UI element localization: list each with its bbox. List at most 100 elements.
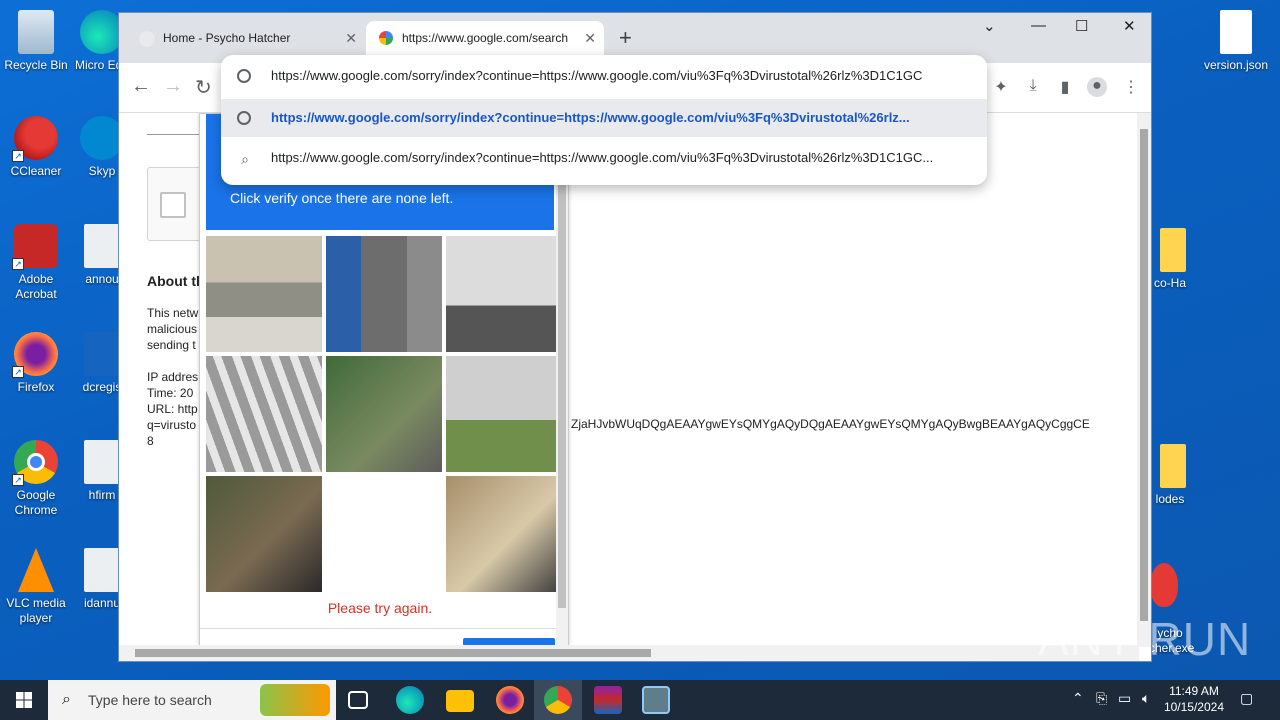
tab-close-icon[interactable]: ✕ [345,21,357,55]
desktop-icon-ccleaner[interactable]: ↗ CCleaner [0,116,72,179]
maximize-icon[interactable]: ☐ [1075,17,1088,35]
captcha-tile[interactable] [326,356,442,472]
captcha-tile[interactable] [446,476,562,592]
windows-icon [16,692,32,708]
word-icon [84,332,120,376]
winrar-icon[interactable] [594,686,622,714]
page-content: About th This netw malicious sending t I… [119,113,1139,647]
folder-icon [1160,444,1186,488]
scroll-thumb[interactable] [558,118,566,608]
start-button[interactable] [0,680,48,720]
continue-token-text: ZjaHJvbWUqDQgAEAAYgwEYsQMYgAQyDQgAEAAYgw… [571,417,1090,431]
chevron-up-icon[interactable]: ⌃ [1072,690,1084,707]
captcha-tile[interactable] [206,356,322,472]
address-bar[interactable]: https://www.google.com/sorry/index?conti… [221,55,987,97]
recaptcha-checkbox-widget [147,167,207,241]
vlc-icon [18,548,54,592]
about-paragraph: This netw malicious sending t [147,306,199,352]
chrome-icon [544,686,572,714]
squirrel-illustration-icon [260,684,330,716]
acrobat-icon: ↗ [12,224,58,270]
desktop-icon-chrome[interactable]: ↗ Google Chrome [0,440,72,518]
captcha-tile[interactable] [206,476,322,592]
request-details: IP addres Time: 20 URL: http q=virusto 8 [147,370,199,448]
tab-search-icon[interactable]: ⌄ [983,17,996,35]
app-icon[interactable] [642,686,670,714]
new-tab-icon[interactable]: + [619,25,632,51]
firefox-icon[interactable] [496,686,524,714]
desktop-icon-acrobat[interactable]: ↗ Adobe Acrobat [0,224,72,302]
firefox-icon: ↗ [12,332,58,378]
usb-icon[interactable]: ⎘ [1096,690,1107,707]
network-icon[interactable]: ▭ [1118,690,1131,707]
page-favicon [139,31,155,47]
download-icon[interactable]: ⤓ [1023,77,1043,97]
minimize-icon[interactable]: — [1031,17,1046,34]
file-explorer-icon[interactable] [446,690,474,712]
image-file-icon [84,224,120,268]
image-file-icon [84,440,120,484]
desktop-icon-firefox[interactable]: ↗ Firefox [0,332,72,395]
captcha-tile[interactable] [446,356,562,472]
tab-psycho-hatcher[interactable]: Home - Psycho Hatcher ✕ [119,21,365,55]
scroll-thumb[interactable] [135,649,651,657]
google-favicon [379,31,393,45]
egg-icon [1150,563,1178,607]
error-message: Please try again. [327,600,433,616]
recaptcha-challenge: Click verify once there are none left. P… [199,113,569,647]
challenge-scrollbar[interactable] [556,114,568,647]
tab-close-icon[interactable]: ✕ [578,21,596,55]
taskbar-chrome-active[interactable] [534,680,582,720]
globe-icon [237,111,251,125]
omnibox-dropdown: https://www.google.com/sorry/index?conti… [221,55,987,185]
ccleaner-icon: ↗ [12,116,58,162]
notification-icon[interactable]: ▢ [1240,690,1253,707]
search-icon: ⌕ [62,691,71,708]
image-file-icon [84,548,120,592]
volume-icon[interactable]: 🔈︎ [1142,690,1150,707]
reload-icon[interactable]: ↻ [195,75,212,100]
task-view-icon[interactable] [348,691,368,709]
chrome-icon: ↗ [12,440,58,486]
captcha-tile[interactable] [326,236,442,352]
extensions-icon[interactable]: ✦ [991,77,1011,97]
site-info-icon[interactable] [237,69,251,83]
challenge-footer [200,628,560,629]
tab-google-search[interactable]: https://www.google.com/search ✕ [366,21,604,55]
forward-icon[interactable]: → [163,75,183,98]
search-icon: ⌕ [241,151,249,167]
page-horizontal-scrollbar[interactable] [119,645,1139,661]
folder-icon [1160,228,1186,272]
desktop-icon-vlc[interactable]: VLC media player [0,548,72,626]
desktop-icon-version-json[interactable]: version.json [1200,10,1272,73]
desktop-icon-recycle-bin[interactable]: Recycle Bin [0,10,72,73]
captcha-tile[interactable] [326,476,442,592]
shortcut-arrow-icon: ↗ [12,150,24,162]
close-window-icon[interactable]: ✕ [1123,17,1136,35]
taskbar: ⌕ Type here to search ⌃ ⎘ ▭ 🔈︎ 11:49 AM … [0,680,1280,720]
about-heading: About th [147,273,205,289]
omnibox-suggestion[interactable]: ⌕ https://www.google.com/sorry/index?con… [221,139,987,177]
recycle-bin-icon [18,10,54,54]
recaptcha-checkbox[interactable] [160,192,186,218]
back-icon[interactable]: ← [131,75,151,98]
scroll-thumb[interactable] [1140,129,1148,621]
side-panel-icon[interactable]: ▮ [1055,77,1075,97]
captcha-tile[interactable] [206,236,322,352]
page-vertical-scrollbar[interactable] [1137,113,1151,647]
shortcut-arrow-icon: ↗ [12,474,24,486]
captcha-tile[interactable] [446,236,562,352]
taskbar-clock[interactable]: 11:49 AM 10/15/2024 [1164,683,1224,715]
profile-icon[interactable]: ● [1087,77,1107,97]
shortcut-arrow-icon: ↗ [12,366,24,378]
edge-icon[interactable] [396,686,424,714]
taskbar-search-box[interactable]: ⌕ Type here to search [48,680,336,720]
omnibox-suggestion[interactable]: https://www.google.com/sorry/index?conti… [221,99,987,137]
menu-icon[interactable]: ⋮ [1121,77,1141,97]
image-grid [206,236,562,592]
chrome-window: Home - Psycho Hatcher ✕ https://www.goog… [118,12,1152,662]
anyrun-watermark: ANY RUN [1038,613,1252,665]
shortcut-arrow-icon: ↗ [12,258,24,270]
file-icon [1220,10,1252,54]
challenge-instruction: Click verify once there are none left. [230,190,454,206]
